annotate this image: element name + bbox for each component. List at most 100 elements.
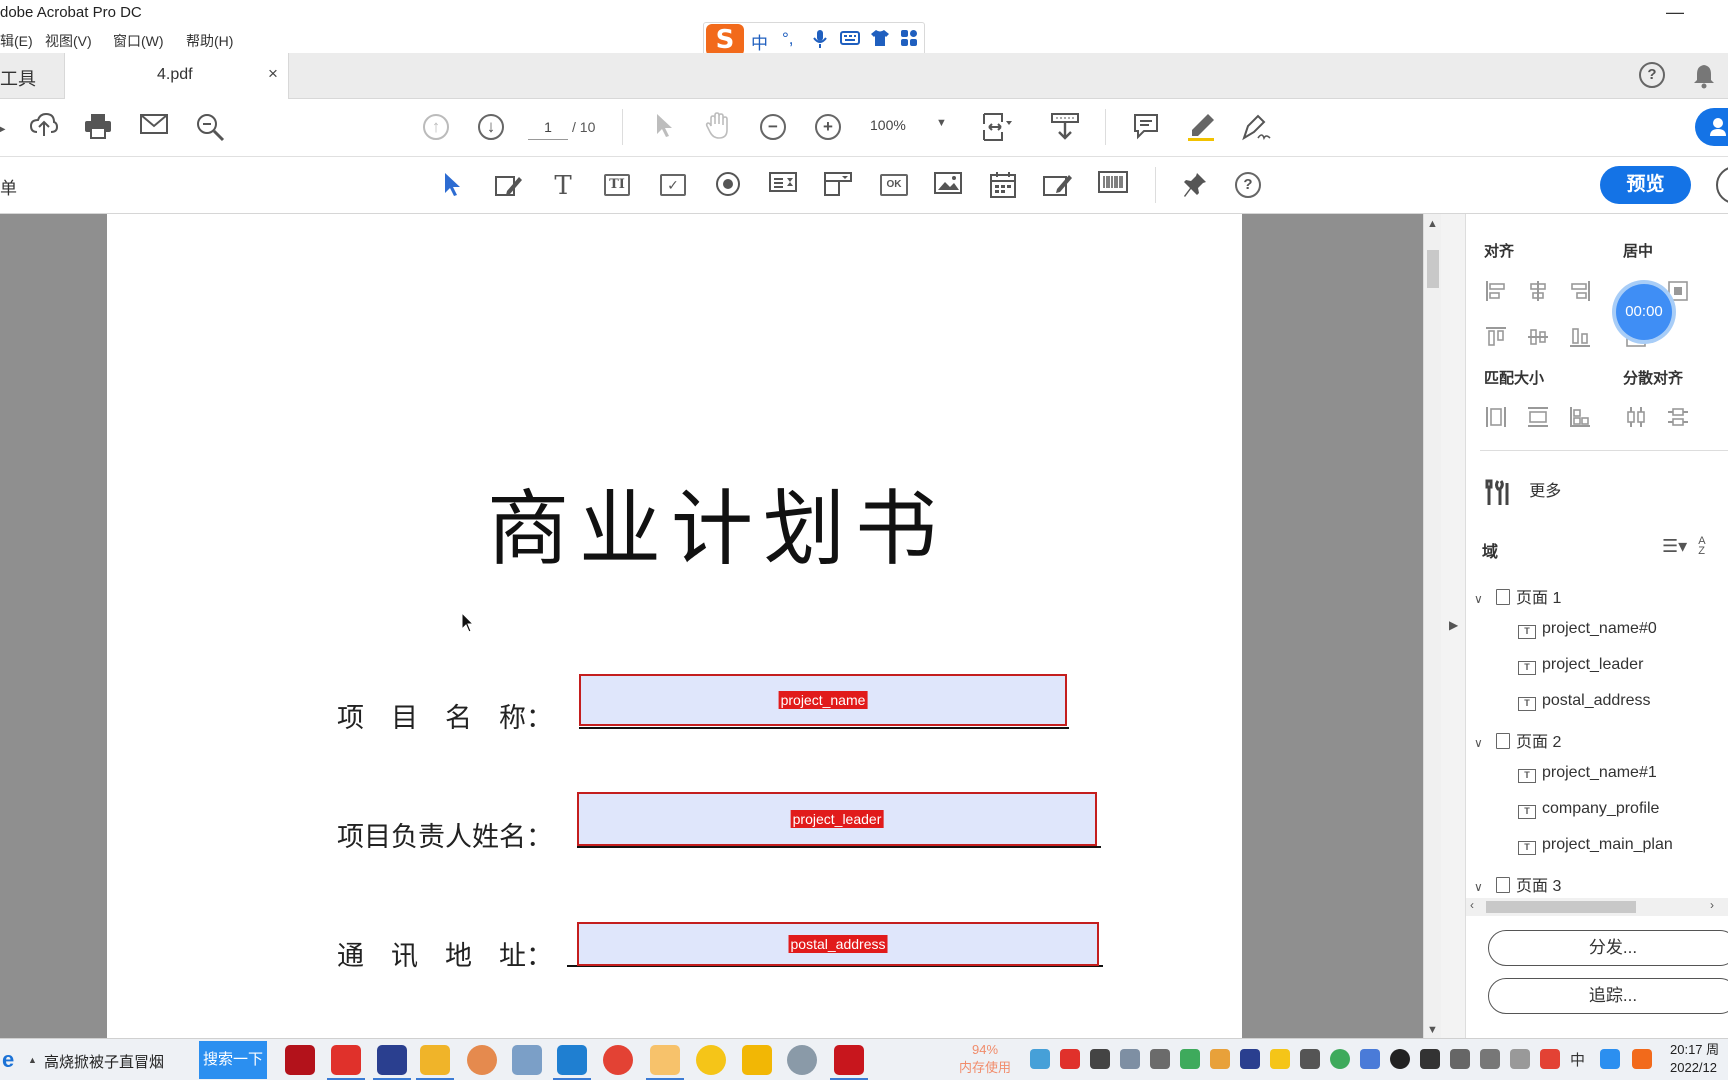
tray-icon[interactable]: [1090, 1049, 1110, 1069]
menu-help[interactable]: 帮助(H): [186, 31, 233, 51]
tray-icon[interactable]: [1360, 1049, 1380, 1069]
comment-icon[interactable]: [1130, 112, 1162, 144]
battery-icon[interactable]: [1420, 1049, 1440, 1069]
align-bottom-icon[interactable]: [1568, 326, 1592, 350]
tree-field-item[interactable]: Tproject_name#1: [1518, 764, 1657, 783]
horizontal-scrollbar[interactable]: ‹ ›: [1466, 898, 1728, 916]
align-right-icon[interactable]: [1568, 280, 1592, 304]
preview-button[interactable]: 预览: [1600, 166, 1691, 204]
tray-icon[interactable]: [1540, 1049, 1560, 1069]
menu-view[interactable]: 视图(V): [45, 31, 92, 51]
chevron-down-icon[interactable]: ∨: [1474, 736, 1492, 750]
select-cursor-icon[interactable]: [648, 112, 680, 144]
align-center-icon[interactable]: [1526, 280, 1550, 304]
close-icon[interactable]: ×: [268, 64, 278, 84]
tree-field-item[interactable]: Tproject_main_plan: [1518, 836, 1673, 855]
sort-options-icon[interactable]: ☰▾: [1662, 536, 1687, 556]
scroll-up-icon[interactable]: ▲: [1427, 218, 1438, 230]
match-both-icon[interactable]: [1568, 406, 1592, 430]
clock[interactable]: 20:17 周 2022/12: [1670, 1041, 1719, 1077]
match-width-icon[interactable]: [1484, 406, 1508, 430]
chevron-left-icon[interactable]: ▸: [0, 112, 18, 144]
app-icon-ide[interactable]: [373, 1045, 411, 1080]
tray-icon[interactable]: [1330, 1049, 1350, 1069]
image-field-icon[interactable]: [933, 171, 963, 201]
tray-icon[interactable]: [1120, 1049, 1140, 1069]
page-fit-icon[interactable]: [980, 112, 1012, 144]
distribute-horizontal-icon[interactable]: [1624, 406, 1648, 430]
minimize-button[interactable]: —: [1666, 2, 1684, 23]
postal-address-field[interactable]: postal_address: [577, 922, 1099, 966]
signature-field-icon[interactable]: [1043, 171, 1073, 201]
app-icon-folder[interactable]: [416, 1045, 454, 1080]
chevron-right-icon[interactable]: ▶: [1449, 618, 1458, 632]
wifi-icon[interactable]: [1480, 1049, 1500, 1069]
tree-field-item[interactable]: Tproject_name#0: [1518, 620, 1657, 639]
project-name-field[interactable]: project_name: [579, 674, 1067, 726]
app-icon-vscode[interactable]: [553, 1045, 591, 1080]
edit-form-icon[interactable]: [493, 171, 523, 201]
align-top-icon[interactable]: [1484, 326, 1508, 350]
scroll-right-icon[interactable]: ›: [1710, 898, 1714, 912]
zoom-out-icon[interactable]: −: [760, 114, 786, 140]
shirt-icon[interactable]: [870, 29, 890, 52]
app-icon-chat[interactable]: [467, 1045, 497, 1075]
sogou-logo-icon[interactable]: S: [706, 24, 744, 56]
zoom-select[interactable]: 100% ▼: [870, 117, 950, 141]
ime-tray-indicator[interactable]: 中: [1570, 1049, 1592, 1069]
tree-page-1[interactable]: ∨ 页面 1: [1474, 584, 1561, 608]
align-middle-icon[interactable]: [1526, 326, 1550, 350]
help-icon[interactable]: ?: [1639, 62, 1665, 88]
tab-tools[interactable]: 工具: [0, 65, 36, 91]
app-icon-wps[interactable]: [327, 1045, 365, 1080]
hand-icon[interactable]: [702, 112, 734, 144]
taskbar-search-text[interactable]: 高烧掀被子直冒烟: [44, 1051, 164, 1072]
scroll-down-icon[interactable]: ▼: [1427, 1024, 1438, 1036]
page-number-input[interactable]: [528, 114, 568, 140]
more-options-button[interactable]: [1716, 166, 1728, 204]
app-icon-notes[interactable]: [742, 1045, 772, 1075]
sort-alpha-icon[interactable]: A Z: [1698, 536, 1712, 557]
scroll-left-icon[interactable]: ‹: [1470, 898, 1474, 912]
tray-icon[interactable]: [1180, 1049, 1200, 1069]
apps-icon[interactable]: [900, 29, 918, 52]
app-icon-media[interactable]: [285, 1045, 315, 1075]
text-icon[interactable]: T: [548, 171, 578, 201]
tree-field-item[interactable]: Tpostal_address: [1518, 692, 1651, 711]
pin-icon[interactable]: [1180, 171, 1210, 201]
more-tools-link[interactable]: 更多: [1482, 476, 1561, 507]
dropdown-field-icon[interactable]: [823, 171, 853, 201]
app-icon-qq-music[interactable]: [696, 1045, 726, 1075]
align-left-icon[interactable]: [1484, 280, 1508, 304]
volume-icon[interactable]: [1450, 1049, 1470, 1069]
app-icon-monitor[interactable]: [512, 1045, 542, 1075]
tray-icon[interactable]: [1240, 1049, 1260, 1069]
tray-icon[interactable]: [1030, 1049, 1050, 1069]
mail-icon[interactable]: [138, 112, 170, 144]
distribute-vertical-icon[interactable]: [1666, 406, 1690, 430]
app-icon-browser[interactable]: [787, 1045, 817, 1075]
app-icon-wechat[interactable]: [646, 1045, 684, 1080]
tray-icon[interactable]: [1270, 1049, 1290, 1069]
text-field-icon[interactable]: TI: [604, 174, 630, 196]
tray-icon[interactable]: [1150, 1049, 1170, 1069]
chevron-down-icon[interactable]: ∨: [1474, 592, 1492, 606]
distribute-button[interactable]: 分发...: [1488, 930, 1728, 966]
project-leader-field[interactable]: project_leader: [577, 792, 1097, 846]
print-icon[interactable]: [82, 112, 114, 144]
tray-icon[interactable]: [1600, 1049, 1620, 1069]
ime-punctuation-toggle[interactable]: °,: [782, 29, 794, 49]
tree-page-3[interactable]: ∨ 页面 3: [1474, 872, 1561, 896]
menu-edit[interactable]: 辑(E): [0, 31, 33, 51]
vertical-scrollbar[interactable]: ▲ ▼: [1423, 214, 1441, 1038]
tab-document[interactable]: 4.pdf ×: [64, 53, 289, 99]
download-tray-icon[interactable]: [1049, 112, 1081, 144]
barcode-icon[interactable]: [1098, 171, 1128, 201]
checkbox-icon[interactable]: ✓: [660, 174, 686, 196]
ime-mode-toggle[interactable]: 中: [751, 29, 768, 54]
sogou-tray-icon[interactable]: [1632, 1049, 1652, 1069]
tree-field-item[interactable]: Tproject_leader: [1518, 656, 1643, 675]
taskbar-search-button[interactable]: 搜索一下: [199, 1041, 267, 1079]
cloud-upload-icon[interactable]: [28, 112, 60, 144]
next-page-icon[interactable]: ↓: [478, 114, 504, 140]
